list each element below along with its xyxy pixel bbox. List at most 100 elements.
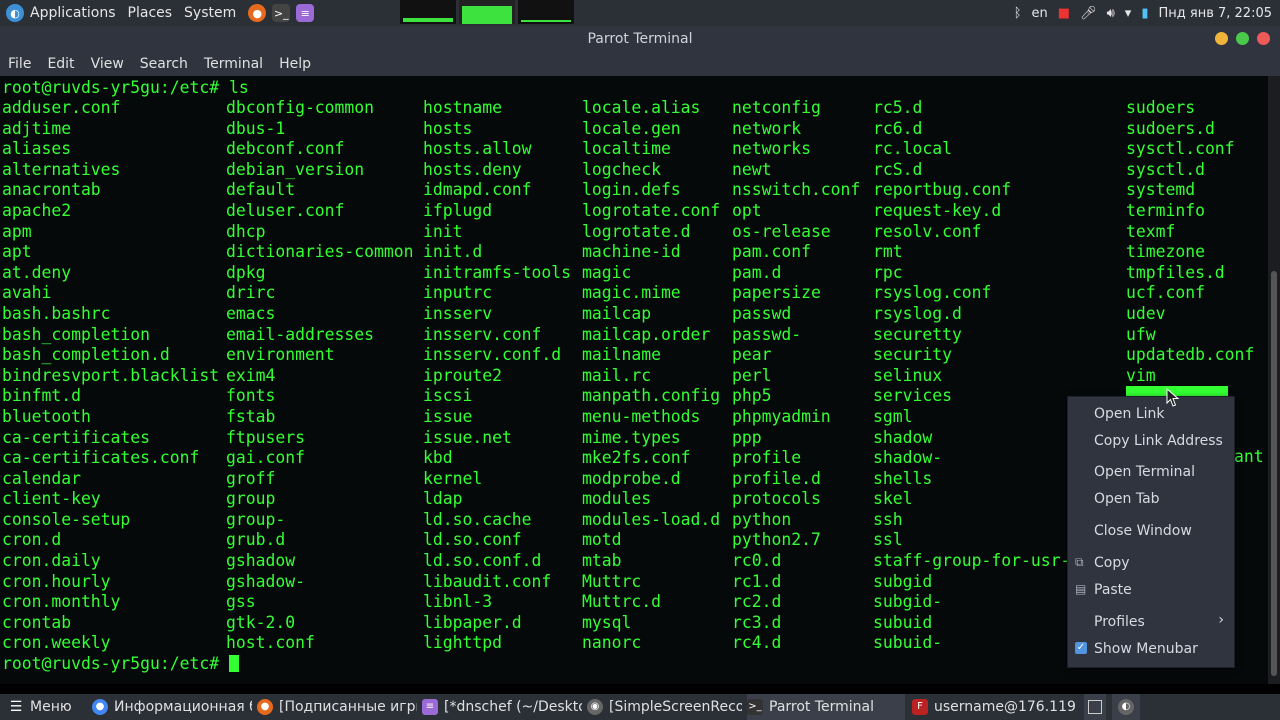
menu-open-link[interactable]: Open Link — [1094, 404, 1165, 424]
menu-search[interactable]: Search — [132, 56, 196, 72]
ls-entry: rpc — [873, 262, 903, 282]
menu-icon: ☰ — [9, 699, 23, 715]
ls-entry: subgid- — [873, 592, 943, 612]
ls-entry: grub.d — [226, 530, 286, 550]
ls-entry: dictionaries-common — [226, 242, 414, 262]
microphone-icon[interactable]: 🎤︎ — [1080, 6, 1097, 21]
ls-entry: cron.d — [2, 530, 62, 550]
chevron-right-icon: › — [1218, 612, 1224, 628]
applications-label: Applications — [30, 5, 116, 21]
start-menu-button[interactable]: ☰ Меню — [8, 694, 78, 720]
ls-entry: bash.bashrc — [2, 303, 111, 323]
places-menu[interactable]: Places — [128, 5, 173, 21]
ls-entry: request-key.d — [873, 200, 1002, 220]
menu-copy[interactable]: Copy — [1094, 553, 1130, 573]
ls-entry: apm — [2, 221, 32, 241]
maximize-button[interactable] — [1236, 32, 1249, 45]
ls-entry: hosts.allow — [423, 139, 532, 159]
menubar: File Edit View Search Terminal Help — [0, 52, 1280, 76]
ls-entry: avahi — [2, 283, 52, 303]
ls-entry: rc1.d — [732, 571, 782, 591]
workspace-1[interactable] — [400, 0, 456, 24]
ls-entry: timezone — [1126, 242, 1205, 262]
ls-entry: vim — [1126, 365, 1156, 385]
task-parrot-terminal[interactable]: >_ Parrot Terminal — [747, 694, 905, 720]
command-line: root@ruvds-yr5gu:/etc# ls — [2, 78, 249, 98]
window-titlebar[interactable]: Parrot Terminal — [0, 26, 1280, 52]
menu-profiles[interactable]: Profiles — [1094, 612, 1145, 632]
scrollbar[interactable] — [1268, 76, 1280, 684]
scrollbar-thumb[interactable] — [1271, 271, 1277, 676]
battery-icon[interactable]: ▮ — [1141, 6, 1148, 21]
task-filezilla[interactable]: F username@176.119.... — [912, 694, 1077, 720]
record-icon[interactable]: ■ — [1058, 6, 1070, 21]
task-label: Информационная б... — [114, 699, 252, 715]
ls-entry: subuid — [873, 612, 933, 632]
menu-open-terminal[interactable]: Open Terminal — [1094, 462, 1195, 482]
ls-entry: shadow- — [873, 448, 943, 468]
ls-column: adduser.conf adjtime aliases alternatives an… — [2, 98, 219, 654]
ls-entry: insserv — [423, 303, 493, 323]
parrot-logo-icon: ◐ — [6, 4, 24, 22]
terminal-launcher-icon[interactable]: >_ — [272, 4, 291, 22]
menu-open-tab[interactable]: Open Tab — [1094, 489, 1160, 509]
paste-icon: ▤ — [1075, 582, 1087, 596]
ls-entry: drirc — [226, 283, 276, 303]
ls-entry: initramfs-tools — [423, 262, 572, 282]
ls-entry: crontab — [2, 612, 72, 632]
workspace-3[interactable] — [518, 0, 574, 24]
close-button[interactable] — [1257, 32, 1270, 45]
menu-terminal[interactable]: Terminal — [196, 56, 271, 72]
bluetooth-icon[interactable]: ᛒ — [1014, 6, 1022, 21]
keyboard-layout[interactable]: en — [1032, 6, 1048, 21]
workspace-2[interactable] — [459, 0, 515, 24]
ls-entry: rsyslog.d — [873, 303, 962, 323]
workspace-switcher[interactable] — [400, 0, 577, 26]
minimize-button[interactable] — [1215, 32, 1228, 45]
firefox-launcher-icon[interactable]: ● — [248, 4, 267, 22]
ls-entry: ufw — [1126, 324, 1156, 344]
menu-view[interactable]: View — [83, 56, 132, 72]
clock[interactable]: Пнд янв 7, 22:05 — [1158, 6, 1272, 21]
wifi-icon[interactable]: ▾ — [1125, 6, 1132, 21]
ls-entry: console-setup — [2, 509, 131, 529]
ls-entry: machine-id — [582, 242, 681, 262]
menu-edit[interactable]: Edit — [39, 56, 82, 72]
menu-file[interactable]: File — [0, 56, 39, 72]
recorder-icon: ◉ — [587, 699, 603, 715]
task-chrome[interactable]: ● Информационная б... — [92, 694, 252, 720]
volume-icon[interactable]: 🔊︎ — [1107, 6, 1115, 21]
task-label: [Подписанные игры... — [279, 699, 417, 715]
menu-paste[interactable]: Paste — [1094, 580, 1132, 600]
ls-entry: deluser.conf — [226, 200, 345, 220]
applications-menu[interactable]: ◐ Applications — [6, 4, 116, 22]
ls-entry: rc2.d — [732, 592, 782, 612]
desktop-icon: ◐ — [1118, 699, 1134, 715]
workspace-indicator[interactable] — [1084, 694, 1106, 720]
ls-entry: libnl-3 — [423, 592, 493, 612]
ls-entry: rc.local — [873, 139, 952, 159]
ls-entry: modules-load.d — [582, 509, 721, 529]
menu-close-window[interactable]: Close Window — [1094, 521, 1192, 541]
ls-entry: emacs — [226, 303, 276, 323]
task-screen-recorder[interactable]: ◉ [SimpleScreenReco... — [587, 694, 742, 720]
menu-show-menubar[interactable]: Show Menubar — [1094, 639, 1198, 659]
ls-entry: mailcap — [582, 303, 652, 323]
ls-entry: bluetooth — [2, 406, 91, 426]
ls-entry: ifplugd — [423, 200, 493, 220]
menu-help[interactable]: Help — [271, 56, 319, 72]
ls-entry: dpkg — [226, 262, 266, 282]
ls-entry: issue — [423, 406, 473, 426]
ls-entry: Muttrc.d — [582, 592, 661, 612]
ls-entry: environment — [226, 345, 335, 365]
show-desktop-button[interactable]: ◐ — [1112, 694, 1140, 720]
menu-copy-link-address[interactable]: Copy Link Address — [1094, 431, 1223, 451]
ls-entry: bindresvport.blacklist — [2, 365, 220, 385]
ls-entry: nanorc — [582, 633, 642, 653]
ls-entry: tmpfiles.d — [1126, 262, 1225, 282]
text-editor-launcher-icon[interactable]: ≡ — [296, 4, 315, 22]
task-firefox[interactable]: ● [Подписанные игры... — [257, 694, 417, 720]
checkbox-checked-icon[interactable]: ✓ — [1075, 642, 1087, 654]
system-menu[interactable]: System — [184, 5, 236, 21]
task-editor[interactable]: ≡ [*dnschef (~/Deskto... — [422, 694, 582, 720]
